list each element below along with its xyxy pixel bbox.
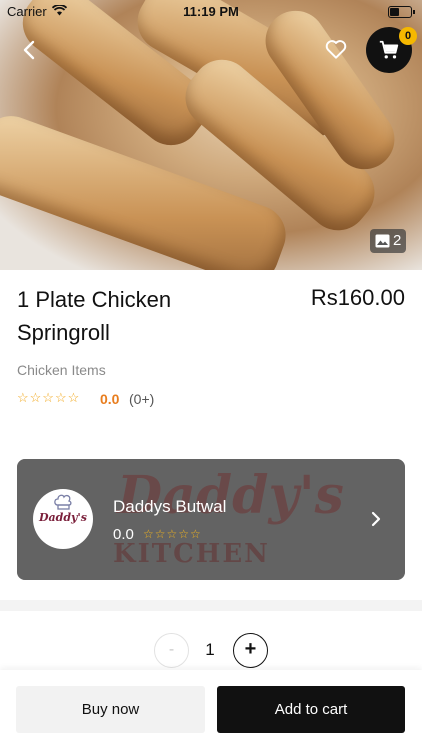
- back-button[interactable]: [16, 36, 44, 64]
- restaurant-card[interactable]: Daddy's KITCHEN Daddy's Daddys Butwal 0.…: [17, 459, 405, 580]
- section-divider: [0, 600, 422, 611]
- restaurant-name: Daddys Butwal: [113, 497, 227, 516]
- quantity-increase-button[interactable]: +: [233, 633, 268, 668]
- back-arrow-icon: [23, 40, 35, 60]
- buy-now-button[interactable]: Buy now: [16, 686, 205, 733]
- chevron-right-icon: [371, 511, 381, 527]
- restaurant-logo: Daddy's: [33, 489, 93, 549]
- favorite-button[interactable]: [323, 36, 349, 62]
- add-to-cart-button[interactable]: Add to cart: [217, 686, 405, 733]
- heart-icon: [325, 40, 347, 59]
- image-count: 2: [393, 232, 402, 249]
- product-name: 1 Plate Chicken Springroll: [17, 287, 172, 345]
- product-price: Rs160.00: [310, 285, 405, 310]
- image-icon: [375, 234, 390, 248]
- battery-icon: [388, 6, 415, 18]
- cart-count-badge: 0: [399, 27, 417, 45]
- restaurant-logo-text: Daddy's: [38, 511, 87, 524]
- rating-count: (0+): [129, 391, 155, 407]
- cart-icon: [379, 40, 399, 59]
- quantity-decrease-button[interactable]: -: [154, 633, 189, 668]
- product-image[interactable]: [0, 0, 422, 270]
- clock-time: 11:19 PM: [183, 4, 239, 19]
- product-category: Chicken Items: [17, 362, 106, 378]
- rating-stars: ☆☆☆☆☆: [17, 390, 81, 405]
- restaurant-rating-stars: ☆☆☆☆☆: [143, 527, 202, 541]
- rating-value: 0.0: [100, 391, 120, 407]
- restaurant-rating-value: 0.0: [113, 526, 134, 543]
- quantity-value: 1: [205, 640, 215, 659]
- image-gallery-button[interactable]: 2: [370, 229, 406, 253]
- status-bar: Carrier 11:19 PM: [0, 0, 422, 24]
- chef-hat-icon: [54, 494, 72, 510]
